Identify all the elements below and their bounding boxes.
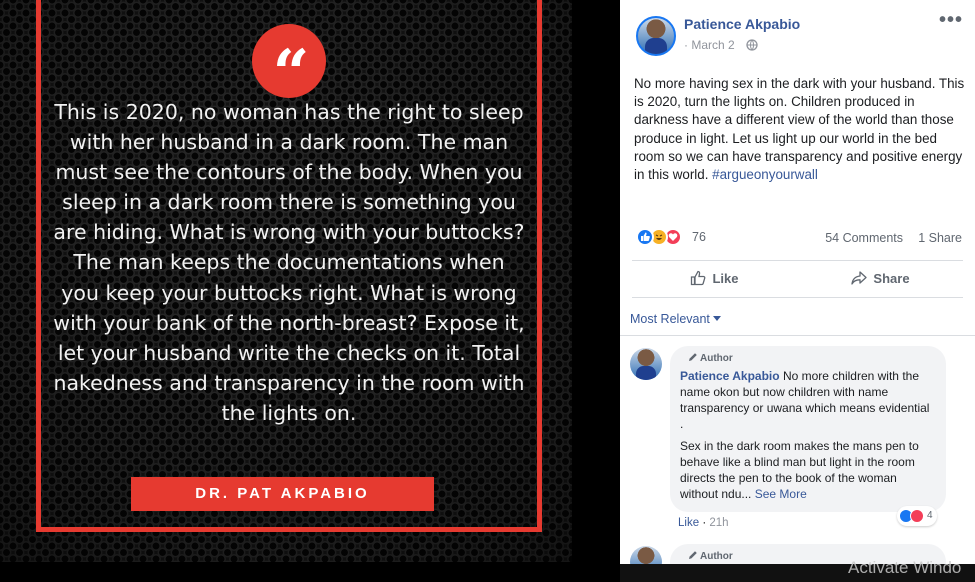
see-more-link[interactable]: See More	[755, 487, 807, 501]
post-date-text[interactable]: March 2	[691, 38, 734, 52]
comment-timestamp[interactable]: 21h	[709, 517, 728, 529]
globe-icon	[746, 39, 758, 51]
shares-count[interactable]: 1 Share	[918, 231, 962, 245]
image-edge	[572, 0, 620, 582]
pencil-icon	[689, 353, 697, 361]
poster-name[interactable]: Patience Akpabio	[684, 16, 800, 32]
action-bar: Like Share	[632, 260, 963, 298]
share-arrow-icon	[851, 271, 868, 285]
thumbs-up-icon	[691, 270, 706, 286]
comment-avatar[interactable]	[630, 348, 662, 380]
hashtag-link[interactable]: #argueonyourwall	[712, 167, 818, 182]
poster-avatar[interactable]	[636, 16, 676, 56]
divider	[620, 335, 975, 336]
share-label: Share	[873, 271, 910, 286]
comment-sort-dropdown[interactable]: Most Relevant	[630, 312, 721, 326]
comment-author-name[interactable]: Patience Akpabio	[680, 369, 780, 383]
comments-count[interactable]: 54 Comments	[825, 231, 903, 245]
image-bottom-edge	[0, 562, 620, 582]
quote-author-plate: DR. PAT AKPABIO	[131, 477, 434, 511]
like-label: Like	[712, 271, 739, 286]
quote-icon: “	[252, 24, 326, 111]
comment-reaction-count: 4	[927, 510, 933, 522]
reaction-count[interactable]: 76	[692, 230, 706, 244]
comment-like-link[interactable]: Like	[678, 517, 699, 529]
like-reaction-icon	[636, 228, 654, 246]
author-badge: Author	[688, 352, 936, 364]
post-date[interactable]: · March 2	[684, 38, 735, 52]
comment-text: Patience Akpabio No more children with t…	[680, 368, 936, 502]
comment-reactions[interactable]: 4	[897, 506, 937, 526]
pencil-icon	[689, 551, 697, 559]
post-panel: Patience Akpabio · March 2 ••• No more h…	[620, 0, 975, 582]
author-badge-label: Author	[700, 353, 733, 364]
caret-down-icon	[712, 316, 721, 321]
post-image[interactable]: “ This is 2020, no woman has the right t…	[0, 0, 620, 582]
more-options-icon[interactable]: •••	[939, 10, 963, 30]
post-text: No more having sex in the dark with your…	[634, 75, 969, 184]
comment-sort-label: Most Relevant	[630, 312, 710, 326]
share-button[interactable]: Share	[798, 261, 963, 297]
love-reaction-icon	[910, 508, 924, 523]
windows-activation-watermark: Activate Windo	[848, 558, 962, 577]
date-separator: ·	[684, 38, 688, 52]
author-badge-label: Author	[700, 551, 733, 562]
like-button[interactable]: Like	[632, 261, 797, 297]
comment-bubble: Author Patience Akpabio No more children…	[670, 346, 946, 512]
quote-text: This is 2020, no woman has the right to …	[53, 100, 525, 425]
comment-meta: Like · 21h	[678, 517, 729, 529]
